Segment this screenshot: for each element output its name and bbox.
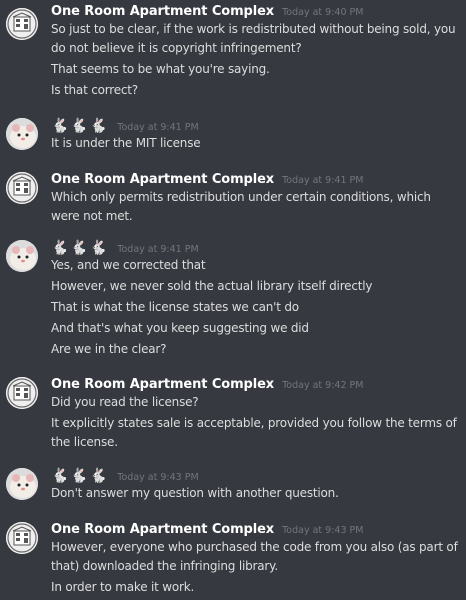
- timestamp: Today at 9:43 PM: [117, 472, 199, 483]
- message-text: Don't answer my question with another qu…: [51, 486, 339, 500]
- timestamp: Today at 9:40 PM: [282, 7, 364, 18]
- message-text: Are we in the clear?: [51, 342, 167, 356]
- username[interactable]: One Room Apartment Complex: [51, 4, 274, 19]
- timestamp: Today at 9:42 PM: [282, 380, 364, 391]
- chat-message-list: One Room Apartment Complex Today at 9:40…: [0, 0, 466, 600]
- username[interactable]: One Room Apartment Complex: [51, 172, 274, 187]
- username[interactable]: 🐇🐇🐇: [51, 118, 109, 134]
- apartment-building-icon[interactable]: [6, 172, 38, 204]
- message-text: That seems to be what you're saying.: [51, 62, 270, 76]
- timestamp: Today at 9:41 PM: [117, 244, 199, 255]
- hamster-photo-icon[interactable]: [6, 468, 38, 500]
- message-text: Yes, and we corrected that: [51, 258, 206, 272]
- hamster-photo-icon[interactable]: [6, 118, 38, 150]
- username[interactable]: 🐇🐇🐇: [51, 468, 109, 484]
- message-text: That is what the license states we can't…: [51, 300, 299, 314]
- message-text: Is that correct?: [51, 83, 138, 97]
- apartment-building-icon[interactable]: [6, 377, 38, 409]
- message-text: It explicitly states sale is acceptable,…: [51, 416, 457, 449]
- message-text: And that's what you keep suggesting we d…: [51, 321, 309, 335]
- apartment-building-icon[interactable]: [6, 522, 38, 554]
- message-text: So just to be clear, if the work is redi…: [51, 22, 456, 55]
- message-text: In order to make it work.: [51, 580, 195, 594]
- username[interactable]: 🐇🐇🐇: [51, 240, 109, 256]
- message-text: Did you read the license?: [51, 395, 199, 409]
- username[interactable]: One Room Apartment Complex: [51, 377, 274, 392]
- username[interactable]: One Room Apartment Complex: [51, 522, 274, 537]
- message-text: Which only permits redistribution under …: [51, 190, 431, 223]
- message-text: It is under the MIT license: [51, 136, 201, 150]
- message-text: However, we never sold the actual librar…: [51, 279, 373, 293]
- apartment-building-icon[interactable]: [6, 8, 38, 40]
- message-text: However, everyone who purchased the code…: [51, 540, 458, 573]
- timestamp: Today at 9:41 PM: [282, 175, 364, 186]
- hamster-photo-icon[interactable]: [6, 240, 38, 272]
- timestamp: Today at 9:41 PM: [117, 122, 199, 133]
- timestamp: Today at 9:43 PM: [282, 525, 364, 536]
